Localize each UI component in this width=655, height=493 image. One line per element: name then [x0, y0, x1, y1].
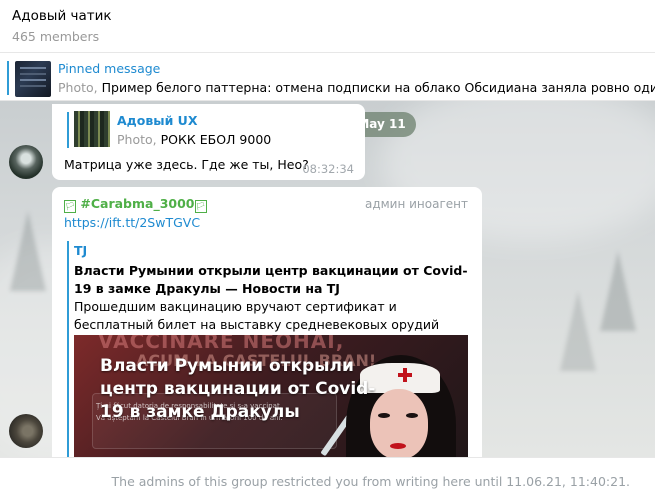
hashtag[interactable]: #Carabma_3000: [80, 196, 194, 211]
quote-title[interactable]: Адовый UX: [117, 113, 197, 128]
background-tree: [560, 291, 596, 371]
webpage-preview-accent-bar: [67, 241, 69, 457]
restricted-notice-text: The admins of this group restricted you …: [111, 474, 630, 489]
background-tree: [10, 211, 46, 291]
hashtag-line[interactable]: 🏳 #Carabma_3000🏳: [64, 196, 207, 213]
chat-title[interactable]: Адовый чатик: [12, 8, 112, 24]
flag-icon: 🏳: [194, 200, 207, 213]
avatar[interactable]: [9, 145, 43, 179]
members-count: 465 members: [12, 29, 100, 44]
quote-text: Photo, РОКК ЕБОЛ 9000: [117, 132, 271, 147]
image-headline: Власти Румынии открыли центр вакцинации …: [100, 356, 376, 422]
restricted-notice-bar: The admins of this group restricted you …: [0, 457, 655, 493]
author-badge: админ иноагент: [364, 197, 468, 211]
vampire-eye: [406, 413, 418, 418]
message-text: Матрица уже здесь. Где же ты, Нео?: [64, 157, 309, 172]
quote-accent-bar: [67, 112, 69, 148]
pinned-photo-label: Photo,: [58, 80, 98, 95]
quote-caption: РОКК ЕБОЛ 9000: [160, 132, 272, 147]
pinned-message-title: Pinned message: [58, 61, 161, 76]
webpage-preview-site: TJ: [74, 243, 88, 258]
pinned-message-bar[interactable]: Pinned message Photo, Пример белого патт…: [0, 53, 655, 101]
vampire-lips: [390, 443, 406, 449]
quote-photo-thumbnail: [74, 111, 110, 147]
message-link[interactable]: https://ift.tt/2SwTGVC: [64, 215, 200, 230]
red-cross-icon: [398, 368, 412, 382]
message-bubble[interactable]: Адовый UX Photo, РОКК ЕБОЛ 9000 Матрица …: [52, 104, 365, 180]
message-bubble[interactable]: 🏳 #Carabma_3000🏳 админ иноагент https://…: [52, 187, 482, 457]
chat-area[interactable]: May 11 Адовый UX Photo, РОКК ЕБОЛ 9000 М…: [0, 101, 655, 457]
pinned-photo-thumbnail: [15, 61, 51, 97]
pinned-text: Пример белого паттерна: отмена подписки …: [101, 80, 655, 95]
flag-icon: 🏳: [64, 200, 76, 213]
quote-photo-label: Photo,: [117, 132, 157, 147]
chat-header[interactable]: Адовый чатик 465 members: [0, 0, 655, 53]
webpage-preview-title: Власти Румынии открыли центр вакцинации …: [74, 263, 468, 296]
pinned-message-text: Photo, Пример белого паттерна: отмена по…: [58, 80, 655, 95]
avatar[interactable]: [9, 414, 43, 448]
webpage-preview-image[interactable]: VACCINARE NEOHAI, ACUM LA CASTELUL BRAN!…: [74, 335, 468, 457]
message-time: 08:32:34: [302, 162, 354, 176]
pinned-accent-bar: [7, 61, 9, 95]
background-tree: [600, 251, 636, 331]
